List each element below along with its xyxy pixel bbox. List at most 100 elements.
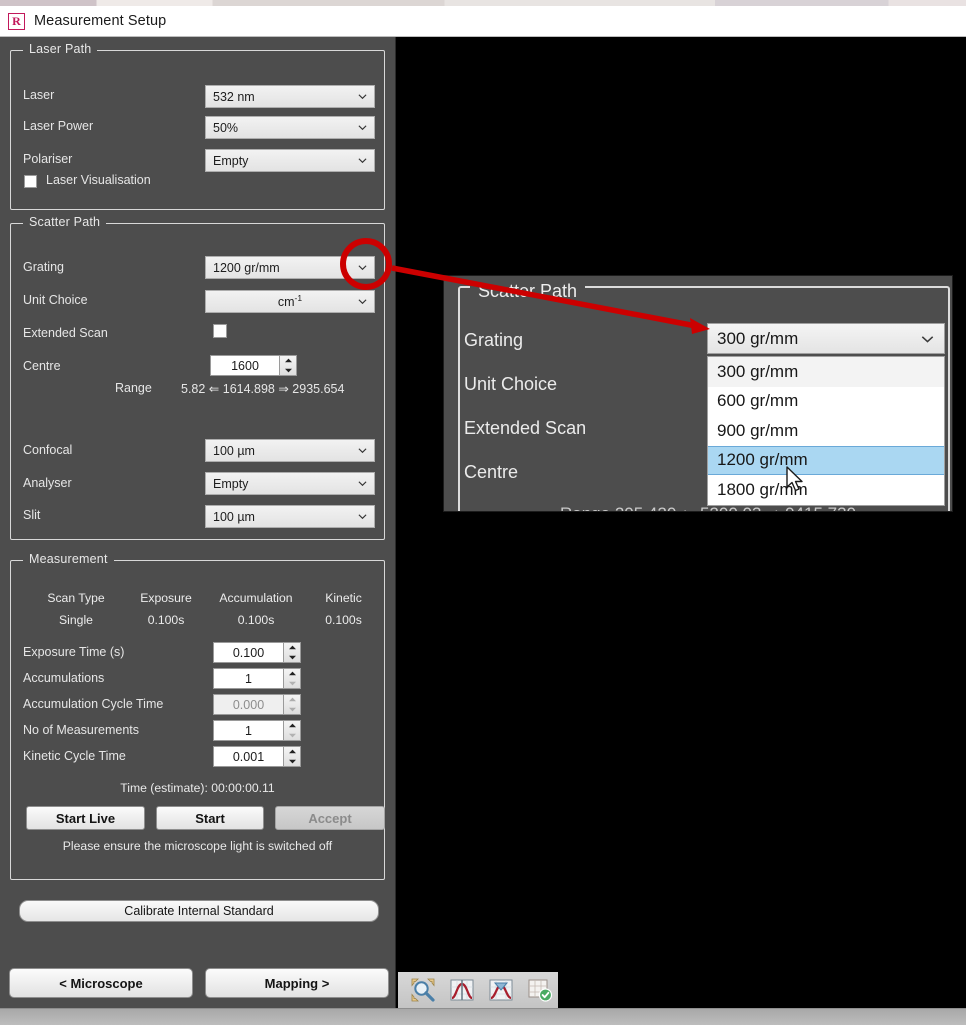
- extended-scan-checkbox[interactable]: [213, 324, 227, 338]
- laser-power-label: Laser Power: [23, 119, 94, 133]
- kinetic-cycle-time-spinner[interactable]: 0.001: [213, 746, 301, 767]
- laser-visualisation-label: Laser Visualisation: [46, 173, 151, 187]
- grating-option-300[interactable]: 300 gr/mm: [708, 357, 944, 387]
- window-title: Measurement Setup: [34, 13, 167, 29]
- grating-option-1200[interactable]: 1200 gr/mm: [708, 445, 944, 475]
- grating-select-value: 1200 gr/mm: [213, 260, 280, 275]
- microscope-light-hint: Please ensure the microscope light is sw…: [62, 839, 333, 853]
- exposure-time-spinner[interactable]: 0.100: [213, 642, 301, 663]
- laser-visualisation-checkbox[interactable]: [24, 175, 37, 188]
- laser-label: Laser: [23, 88, 55, 102]
- zoom-region-icon[interactable]: [408, 975, 438, 1005]
- grating-label: Grating: [23, 260, 64, 274]
- stepper-down-icon[interactable]: [284, 653, 300, 663]
- chevron-down-icon: [358, 480, 367, 486]
- summary-value-exposure: 0.100s: [147, 613, 185, 627]
- summary-header-kinetic: Kinetic: [325, 591, 362, 605]
- polariser-select-value: Empty: [213, 153, 249, 168]
- slit-label: Slit: [23, 508, 41, 522]
- laser-path-group: Laser Path Laser 532 nm Laser Power 50% …: [10, 42, 385, 210]
- summary-value-accumulation: 0.100s: [237, 613, 275, 627]
- exposure-time-stepper[interactable]: [283, 642, 301, 663]
- confocal-select-value: 100 µm: [213, 443, 255, 458]
- microscope-back-button[interactable]: < Microscope: [9, 968, 193, 998]
- exposure-time-input[interactable]: 0.100: [213, 642, 283, 663]
- callout-grating-dropdown[interactable]: 300 gr/mm: [707, 323, 945, 354]
- extended-scan-label: Extended Scan: [23, 326, 108, 340]
- unit-choice-select[interactable]: cm-1: [205, 290, 375, 313]
- accumulations-stepper[interactable]: [283, 668, 301, 689]
- grating-select[interactable]: 1200 gr/mm: [205, 256, 375, 279]
- polariser-select[interactable]: Empty: [205, 149, 375, 172]
- spectra-toolbar: [398, 972, 558, 1008]
- stepper-up-icon: [284, 695, 300, 705]
- window-title-bar: R Measurement Setup: [0, 6, 966, 37]
- chevron-down-icon: [358, 513, 367, 519]
- no-of-measurements-spinner[interactable]: 1: [213, 720, 301, 741]
- grating-option-1800[interactable]: 1800 gr/mm: [708, 475, 944, 505]
- accumulation-cycle-time-stepper: [283, 694, 301, 715]
- callout-grating-label: Grating: [464, 330, 524, 350]
- scatter-path-group: Scatter Path Grating 1200 gr/mm Unit Cho…: [10, 215, 385, 540]
- chevron-down-icon: [921, 335, 934, 343]
- stepper-down-icon[interactable]: [284, 731, 300, 741]
- summary-value-scan-type: Single: [59, 613, 93, 627]
- accept-button: Accept: [275, 806, 385, 830]
- stepper-down-icon[interactable]: [284, 679, 300, 689]
- stepper-down-icon: [284, 705, 300, 715]
- laser-select[interactable]: 532 nm: [205, 85, 375, 108]
- stepper-up-icon[interactable]: [284, 643, 300, 653]
- analyser-select[interactable]: Empty: [205, 472, 375, 495]
- callout-grating-dropdown-value: 300 gr/mm: [717, 328, 799, 348]
- kinetic-cycle-time-stepper[interactable]: [283, 746, 301, 767]
- stepper-up-icon[interactable]: [284, 721, 300, 731]
- status-bar: [0, 1008, 966, 1025]
- stepper-up-icon[interactable]: [284, 747, 300, 757]
- summary-header-scan-type: Scan Type: [47, 591, 105, 605]
- start-live-button[interactable]: Start Live: [26, 806, 145, 830]
- kinetic-cycle-time-label: Kinetic Cycle Time: [23, 749, 126, 763]
- slit-select-value: 100 µm: [213, 509, 255, 524]
- laser-select-value: 532 nm: [213, 89, 255, 104]
- slit-select[interactable]: 100 µm: [205, 505, 375, 528]
- accumulation-cycle-time-label: Accumulation Cycle Time: [23, 697, 164, 711]
- grid-check-icon[interactable]: [525, 975, 555, 1005]
- kinetic-cycle-time-input[interactable]: 0.001: [213, 746, 283, 767]
- accumulations-input[interactable]: 1: [213, 668, 283, 689]
- centre-label: Centre: [23, 359, 61, 373]
- laser-path-legend: Laser Path: [23, 42, 98, 56]
- stepper-up-icon[interactable]: [284, 669, 300, 679]
- grating-options-list[interactable]: 300 gr/mm 600 gr/mm 900 gr/mm 1200 gr/mm…: [707, 356, 945, 506]
- grating-option-900[interactable]: 900 gr/mm: [708, 416, 944, 446]
- stepper-down-icon[interactable]: [280, 366, 296, 376]
- calibrate-internal-standard-button[interactable]: Calibrate Internal Standard: [19, 900, 379, 922]
- range-value: 5.82 ⇐ 1614.898 ⇒ 2935.654: [181, 381, 345, 396]
- centre-input[interactable]: 1600: [210, 355, 279, 376]
- polariser-label: Polariser: [23, 152, 73, 166]
- stepper-up-icon[interactable]: [280, 356, 296, 366]
- accumulations-spinner[interactable]: 1: [213, 668, 301, 689]
- centre-stepper[interactable]: [279, 355, 297, 376]
- unit-choice-label: Unit Choice: [23, 293, 88, 307]
- no-of-measurements-stepper[interactable]: [283, 720, 301, 741]
- time-estimate: Time (estimate): 00:00:00.11: [120, 781, 275, 795]
- no-of-measurements-input[interactable]: 1: [213, 720, 283, 741]
- centre-spinner[interactable]: 1600: [210, 355, 297, 376]
- mapping-next-button[interactable]: Mapping >: [205, 968, 389, 998]
- measurement-setup-panel: Laser Path Laser 532 nm Laser Power 50% …: [0, 37, 396, 1008]
- screen-root: R Measurement Setup Laser Path Laser 532…: [0, 0, 966, 1025]
- laser-power-select[interactable]: 50%: [205, 116, 375, 139]
- confocal-select[interactable]: 100 µm: [205, 439, 375, 462]
- grating-option-600[interactable]: 600 gr/mm: [708, 387, 944, 417]
- summary-header-exposure: Exposure: [140, 591, 192, 605]
- stepper-down-icon[interactable]: [284, 757, 300, 767]
- analyser-label: Analyser: [23, 476, 72, 490]
- chevron-down-icon: [358, 93, 367, 99]
- start-button[interactable]: Start: [156, 806, 264, 830]
- peak-pick-icon[interactable]: [447, 975, 477, 1005]
- exposure-time-label: Exposure Time (s): [23, 645, 125, 659]
- summary-value-kinetic: 0.100s: [325, 613, 362, 627]
- baseline-icon[interactable]: [486, 975, 516, 1005]
- chevron-down-icon: [358, 157, 367, 163]
- accumulations-label: Accumulations: [23, 671, 105, 685]
